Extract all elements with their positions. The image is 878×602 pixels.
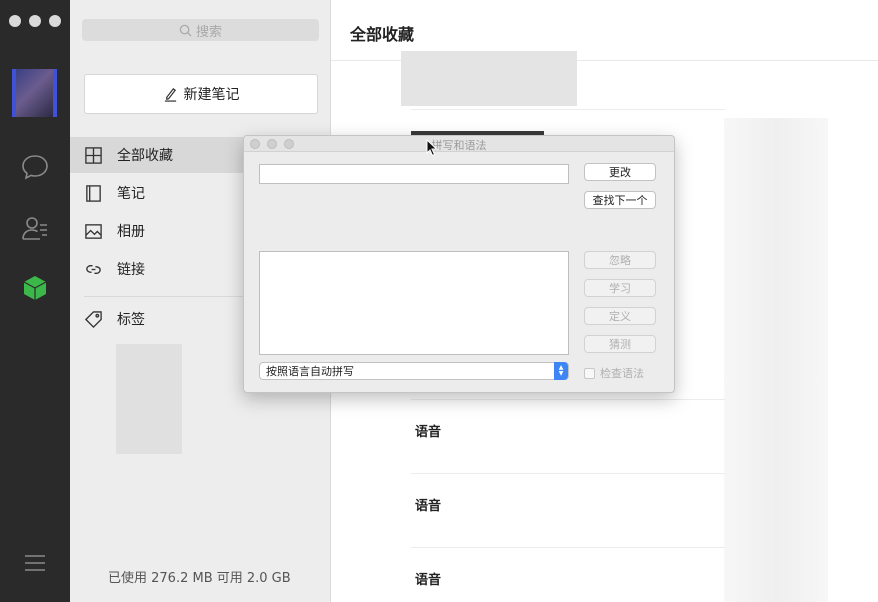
- sidebar-item-label: 笔记: [117, 186, 145, 202]
- search-icon: [179, 24, 192, 37]
- tag-preview-thumbnail[interactable]: [116, 344, 182, 454]
- notebook-icon: [86, 184, 101, 202]
- list-item-voice[interactable]: 语音: [415, 569, 441, 588]
- find-next-button[interactable]: 查找下一个: [584, 191, 656, 209]
- ignore-button[interactable]: 忽略: [584, 251, 656, 269]
- search-input[interactable]: 搜索: [82, 19, 319, 41]
- guess-button[interactable]: 猜测: [584, 335, 656, 353]
- correction-input[interactable]: [259, 164, 569, 184]
- sidebar-item-label: 全部收藏: [117, 148, 173, 164]
- favorites-cube-icon[interactable]: [20, 273, 50, 303]
- sidebar-item-label: 相册: [117, 224, 145, 240]
- zoom-window-button[interactable]: [49, 15, 61, 27]
- item-detail-preview: [724, 118, 828, 602]
- dialog-titlebar[interactable]: 拼写和语法: [244, 136, 674, 152]
- list-divider: [411, 473, 725, 474]
- grid-icon: [85, 146, 102, 164]
- image-icon: [85, 223, 102, 239]
- close-window-button[interactable]: [9, 15, 21, 27]
- tag-icon: [84, 310, 102, 328]
- change-button[interactable]: 更改: [584, 163, 656, 181]
- dialog-title: 拼写和语法: [431, 139, 487, 152]
- storage-status: 已使用 276.2 MB 可用 2.0 GB: [108, 571, 291, 586]
- sidebar-item-label: 链接: [117, 262, 145, 278]
- window-controls: [9, 15, 61, 27]
- define-button[interactable]: 定义: [584, 307, 656, 325]
- list-divider: [411, 547, 725, 548]
- language-select-value: 按照语言自动拼写: [266, 365, 354, 378]
- mouse-cursor-icon: [426, 139, 438, 157]
- favorite-item-preview[interactable]: [401, 51, 577, 106]
- suggestions-list[interactable]: [259, 251, 569, 355]
- select-stepper-icon: ▲ ▼: [554, 362, 568, 380]
- contacts-icon[interactable]: [20, 213, 50, 243]
- check-grammar-label: 检查语法: [600, 367, 644, 380]
- page-title: 全部收藏: [350, 25, 415, 44]
- learn-button[interactable]: 学习: [584, 279, 656, 297]
- new-note-label: 新建笔记: [183, 87, 240, 103]
- list-divider: [411, 399, 725, 400]
- user-avatar[interactable]: [12, 69, 57, 117]
- menu-icon[interactable]: [20, 548, 50, 578]
- spelling-grammar-dialog: 拼写和语法 更改 查找下一个 忽略 学习 定义 猜测 按照语言自动拼写 ▲ ▼ 检…: [243, 135, 675, 393]
- list-divider: [411, 109, 725, 110]
- link-icon: [86, 264, 101, 274]
- search-placeholder: 搜索: [195, 24, 222, 40]
- list-item-voice[interactable]: 语音: [415, 495, 441, 514]
- pencil-icon: [164, 87, 176, 102]
- minimize-window-button[interactable]: [29, 15, 41, 27]
- app-rail: [0, 0, 70, 602]
- chat-icon[interactable]: [20, 152, 50, 182]
- language-select[interactable]: 按照语言自动拼写 ▲ ▼: [259, 362, 569, 380]
- check-grammar-checkbox[interactable]: 检查语法: [584, 365, 644, 381]
- new-note-button[interactable]: 新建笔记: [84, 74, 318, 114]
- sidebar-item-label: 标签: [117, 312, 145, 328]
- checkbox-box: [584, 367, 595, 379]
- list-item-voice[interactable]: 语音: [415, 421, 441, 440]
